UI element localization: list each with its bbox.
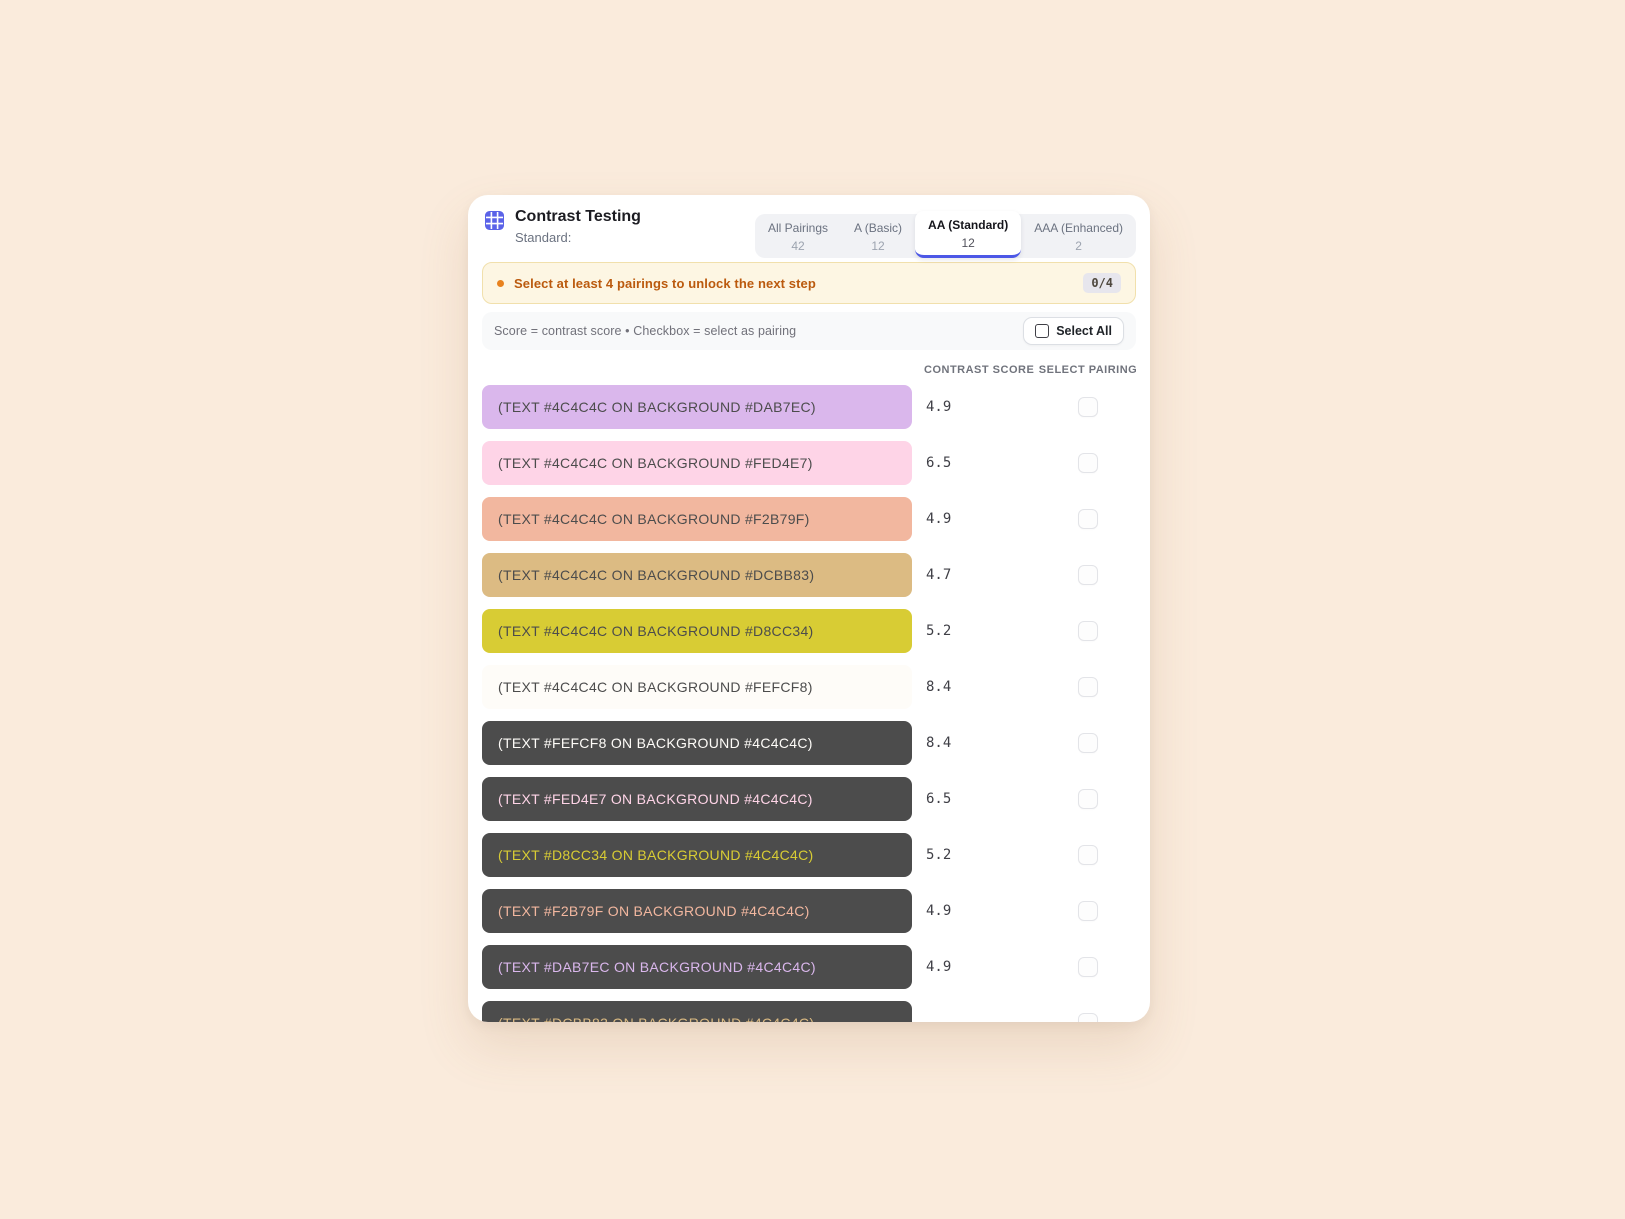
pairing-row: (TEXT #DCBB83 ON BACKGROUND #4C4C4C)	[482, 1001, 1136, 1022]
pairing-row: (TEXT #DAB7EC ON BACKGROUND #4C4C4C) 4.9	[482, 945, 1136, 989]
contrast-score-value: 4.9	[926, 959, 952, 975]
contrast-score-value: 5.2	[926, 847, 952, 863]
pairing-row: (TEXT #4C4C4C ON BACKGROUND #D8CC34) 5.2	[482, 609, 1136, 653]
pairing-checkbox[interactable]	[1078, 621, 1098, 641]
page-background: Contrast Testing Standard: All Pairings …	[0, 0, 1625, 1219]
pairing-label: (TEXT #4C4C4C ON BACKGROUND #DAB7EC)	[498, 399, 816, 415]
pairing-label: (TEXT #4C4C4C ON BACKGROUND #F2B79F)	[498, 511, 810, 527]
selection-progress-badge: 0/4	[1083, 273, 1121, 293]
pairing-checkbox[interactable]	[1078, 733, 1098, 753]
pairing-row: (TEXT #4C4C4C ON BACKGROUND #F2B79F) 4.9	[482, 497, 1136, 541]
tab-count: 2	[1075, 239, 1082, 253]
tab-a-basic[interactable]: A (Basic) 12	[841, 214, 915, 258]
contrast-score-value: 6.5	[926, 791, 952, 807]
pairing-checkbox[interactable]	[1078, 453, 1098, 473]
pairing-row: (TEXT #4C4C4C ON BACKGROUND #FEFCF8) 8.4	[482, 665, 1136, 709]
pairing-checkbox[interactable]	[1078, 901, 1098, 921]
color-swatch: (TEXT #4C4C4C ON BACKGROUND #DAB7EC)	[482, 385, 912, 429]
checkbox-icon	[1035, 324, 1050, 338]
pairing-checkbox[interactable]	[1078, 509, 1098, 529]
table-column-headers: CONTRAST SCORE SELECT PAIRING	[482, 360, 1138, 380]
contrast-score-value: 6.5	[926, 455, 952, 471]
color-swatch: (TEXT #4C4C4C ON BACKGROUND #FEFCF8)	[482, 665, 912, 709]
tab-count: 12	[871, 239, 885, 253]
contrast-score-value: 4.9	[926, 903, 952, 919]
pairing-list: (TEXT #4C4C4C ON BACKGROUND #DAB7EC) 4.9…	[482, 385, 1136, 1022]
pairing-row: (TEXT #FED4E7 ON BACKGROUND #4C4C4C) 6.5	[482, 777, 1136, 821]
contrast-score-value: 4.9	[926, 511, 952, 527]
grid-icon	[485, 211, 504, 230]
pairing-row: (TEXT #D8CC34 ON BACKGROUND #4C4C4C) 5.2	[482, 833, 1136, 877]
tab-aaa-enhanced[interactable]: AAA (Enhanced) 2	[1021, 214, 1136, 258]
color-swatch: (TEXT #4C4C4C ON BACKGROUND #DCBB83)	[482, 553, 912, 597]
pairing-label: (TEXT #DAB7EC ON BACKGROUND #4C4C4C)	[498, 959, 816, 975]
contrast-score-value: 8.4	[926, 735, 952, 751]
color-swatch: (TEXT #DCBB83 ON BACKGROUND #4C4C4C)	[482, 1001, 912, 1022]
notice-dot-icon	[497, 279, 504, 287]
contrast-testing-card: Contrast Testing Standard: All Pairings …	[468, 195, 1150, 1022]
pairing-label: (TEXT #4C4C4C ON BACKGROUND #FEFCF8)	[498, 679, 813, 695]
unlock-notice-banner: Select at least 4 pairings to unlock the…	[482, 262, 1136, 304]
pairing-checkbox[interactable]	[1078, 565, 1098, 585]
tab-all-pairings[interactable]: All Pairings 42	[755, 214, 841, 258]
pairing-checkbox[interactable]	[1078, 957, 1098, 977]
pairing-label: (TEXT #DCBB83 ON BACKGROUND #4C4C4C)	[498, 1015, 814, 1022]
pairing-checkbox[interactable]	[1078, 1013, 1098, 1022]
color-swatch: (TEXT #FEFCF8 ON BACKGROUND #4C4C4C)	[482, 721, 912, 765]
page-subtitle: Standard:	[515, 230, 572, 245]
color-swatch: (TEXT #4C4C4C ON BACKGROUND #F2B79F)	[482, 497, 912, 541]
pairing-checkbox[interactable]	[1078, 677, 1098, 697]
notice-message: Select at least 4 pairings to unlock the…	[514, 275, 816, 291]
pairing-row: (TEXT #4C4C4C ON BACKGROUND #FED4E7) 6.5	[482, 441, 1136, 485]
pairing-label: (TEXT #4C4C4C ON BACKGROUND #DCBB83)	[498, 567, 815, 583]
pairing-row: (TEXT #FEFCF8 ON BACKGROUND #4C4C4C) 8.4	[482, 721, 1136, 765]
tab-label: A (Basic)	[854, 221, 903, 235]
pairing-label: (TEXT #FEFCF8 ON BACKGROUND #4C4C4C)	[498, 735, 813, 751]
tab-count: 42	[791, 239, 805, 253]
contrast-score-header: CONTRAST SCORE	[924, 364, 1035, 376]
color-swatch: (TEXT #4C4C4C ON BACKGROUND #D8CC34)	[482, 609, 912, 653]
color-swatch: (TEXT #4C4C4C ON BACKGROUND #FED4E7)	[482, 441, 912, 485]
tab-label: AA (Standard)	[928, 218, 1009, 232]
page-title: Contrast Testing	[515, 208, 641, 225]
contrast-score-value: 8.4	[926, 679, 952, 695]
filter-tabs: All Pairings 42 A (Basic) 12 AA (Standar…	[754, 211, 1136, 258]
tab-label: AAA (Enhanced)	[1034, 221, 1123, 235]
pairing-label: (TEXT #4C4C4C ON BACKGROUND #D8CC34)	[498, 623, 814, 639]
pairing-row: (TEXT #4C4C4C ON BACKGROUND #DCBB83) 4.7	[482, 553, 1136, 597]
contrast-score-value	[924, 1015, 926, 1022]
tab-aa-standard[interactable]: AA (Standard) 12	[915, 211, 1022, 258]
tab-label: All Pairings	[767, 221, 829, 235]
pairing-label: (TEXT #4C4C4C ON BACKGROUND #FED4E7)	[498, 455, 813, 471]
pairing-label: (TEXT #FED4E7 ON BACKGROUND #4C4C4C)	[498, 791, 813, 807]
pairing-label: (TEXT #F2B79F ON BACKGROUND #4C4C4C)	[498, 903, 810, 919]
pairing-row: (TEXT #4C4C4C ON BACKGROUND #DAB7EC) 4.9	[482, 385, 1136, 429]
tab-count: 12	[961, 236, 975, 250]
pairing-label: (TEXT #D8CC34 ON BACKGROUND #4C4C4C)	[498, 847, 814, 863]
color-swatch: (TEXT #FED4E7 ON BACKGROUND #4C4C4C)	[482, 777, 912, 821]
card-header: Contrast Testing Standard: All Pairings …	[482, 195, 1136, 258]
pairing-checkbox[interactable]	[1078, 789, 1098, 809]
select-all-label: Select All	[1056, 324, 1112, 338]
color-swatch: (TEXT #DAB7EC ON BACKGROUND #4C4C4C)	[482, 945, 912, 989]
legend-text: Score = contrast score • Checkbox = sele…	[494, 324, 797, 338]
color-swatch: (TEXT #D8CC34 ON BACKGROUND #4C4C4C)	[482, 833, 912, 877]
pairing-checkbox[interactable]	[1078, 397, 1098, 417]
legend-bar: Score = contrast score • Checkbox = sele…	[482, 312, 1136, 350]
contrast-score-value: 4.7	[926, 567, 952, 583]
pairing-row: (TEXT #F2B79F ON BACKGROUND #4C4C4C) 4.9	[482, 889, 1136, 933]
select-pairing-header: SELECT PAIRING	[1038, 364, 1138, 376]
select-all-button[interactable]: Select All	[1023, 317, 1124, 345]
contrast-score-value: 5.2	[926, 623, 952, 639]
pairing-checkbox[interactable]	[1078, 845, 1098, 865]
contrast-score-value: 4.9	[926, 399, 952, 415]
color-swatch: (TEXT #F2B79F ON BACKGROUND #4C4C4C)	[482, 889, 912, 933]
